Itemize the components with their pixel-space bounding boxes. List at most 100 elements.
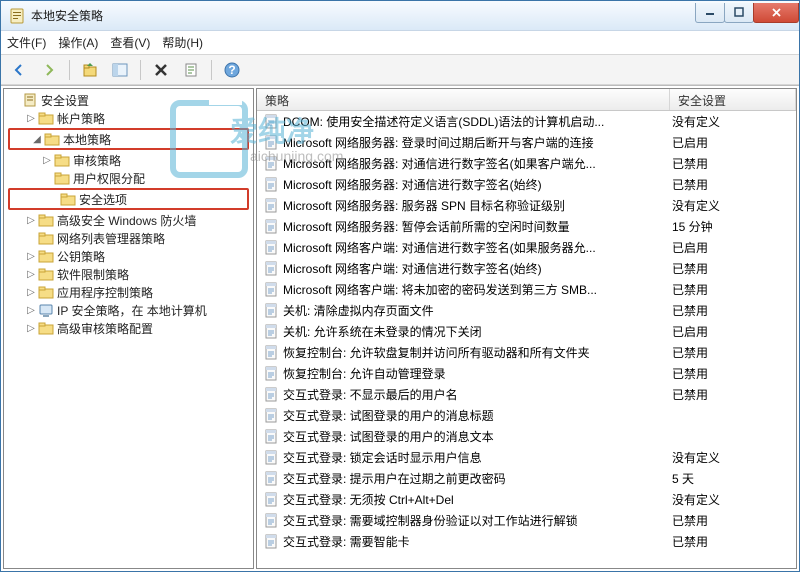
folder-icon: [60, 191, 76, 207]
policy-row[interactable]: 交互式登录: 需要智能卡已禁用: [257, 531, 796, 552]
column-setting[interactable]: 安全设置: [670, 89, 796, 110]
policy-row[interactable]: Microsoft 网络客户端: 对通信进行数字签名(始终)已禁用: [257, 258, 796, 279]
policy-icon: [263, 513, 279, 529]
policy-setting: 已禁用: [670, 386, 796, 403]
menu-file[interactable]: 文件(F): [7, 34, 46, 51]
tree-item-label: IP 安全策略，在 本地计算机: [57, 302, 207, 319]
policy-name: 交互式登录: 不显示最后的用户名: [283, 386, 458, 403]
forward-button[interactable]: [37, 58, 61, 82]
policy-row[interactable]: Microsoft 网络服务器: 服务器 SPN 目标名称验证级别没有定义: [257, 195, 796, 216]
tree-item[interactable]: ▷审核策略: [4, 151, 253, 169]
tree-item-label: 高级安全 Windows 防火墙: [57, 212, 196, 229]
expand-icon[interactable]: ▷: [24, 251, 38, 262]
tree-item[interactable]: ▷ 高级安全 Windows 防火墙: [4, 211, 253, 229]
tree-item[interactable]: 安全选项: [10, 190, 247, 208]
tree-item[interactable]: ▷ 帐户策略: [4, 109, 253, 127]
policy-icon: [263, 114, 279, 130]
policy-row[interactable]: 恢复控制台: 允许软盘复制并访问所有驱动器和所有文件夹已禁用: [257, 342, 796, 363]
folder-icon: [38, 248, 54, 264]
folder-icon: [54, 170, 70, 186]
tree-item[interactable]: ▷应用程序控制策略: [4, 283, 253, 301]
tree-root[interactable]: 安全设置: [4, 91, 253, 109]
policy-name: Microsoft 网络服务器: 暂停会话前所需的空闲时间数量: [283, 218, 570, 235]
show-tree-button[interactable]: [108, 58, 132, 82]
policy-row[interactable]: DCOM: 使用安全描述符定义语言(SDDL)语法的计算机启动...没有定义: [257, 111, 796, 132]
policy-icon: [263, 219, 279, 235]
policy-row[interactable]: Microsoft 网络服务器: 暂停会话前所需的空闲时间数量 15 分钟: [257, 216, 796, 237]
tree-item[interactable]: 网络列表管理器策略: [4, 229, 253, 247]
toolbar-separator: [69, 60, 70, 80]
window-controls: [696, 3, 799, 23]
expand-icon[interactable]: ▷: [24, 215, 38, 226]
tree-pane[interactable]: 安全设置 ▷ 帐户策略 ◢本地策略 ▷审核策略用户权限分配安全选项 ▷ 高级安全 Wind…: [3, 88, 254, 569]
expand-icon[interactable]: ▷: [24, 287, 38, 298]
column-policy[interactable]: 策略: [257, 89, 670, 110]
policy-row[interactable]: 交互式登录: 提示用户在过期之前更改密码5 天: [257, 468, 796, 489]
policy-setting: 已禁用: [670, 533, 796, 550]
folder-icon: [38, 320, 54, 336]
expand-icon[interactable]: ▷: [24, 269, 38, 280]
list-body[interactable]: DCOM: 使用安全描述符定义语言(SDDL)语法的计算机启动...没有定义Mi…: [257, 111, 796, 568]
policy-name: 交互式登录: 无须按 Ctrl+Alt+Del: [283, 491, 454, 508]
policy-row[interactable]: 交互式登录: 试图登录的用户的消息文本: [257, 426, 796, 447]
policy-name: 交互式登录: 锁定会话时显示用户信息: [283, 449, 482, 466]
tree-item[interactable]: ▷ 公钥策略: [4, 247, 253, 265]
policy-row[interactable]: Microsoft 网络服务器: 登录时间过期后断开与客户端的连接已启用: [257, 132, 796, 153]
policy-row[interactable]: 交互式登录: 不显示最后的用户名 已禁用: [257, 384, 796, 405]
expand-icon[interactable]: ▷: [24, 113, 38, 124]
tree-item[interactable]: 用户权限分配: [4, 169, 253, 187]
tree-item[interactable]: ▷高级审核策略配置: [4, 319, 253, 337]
close-button[interactable]: [753, 3, 799, 23]
policy-setting: 已禁用: [670, 512, 796, 529]
policy-icon: [263, 240, 279, 256]
expand-icon[interactable]: ▷: [24, 323, 38, 334]
expand-icon[interactable]: ▷: [40, 155, 54, 166]
up-button[interactable]: [78, 58, 102, 82]
policy-setting: 没有定义: [670, 113, 796, 130]
tree-item[interactable]: ▷ IP 安全策略，在 本地计算机: [4, 301, 253, 319]
policy-name: Microsoft 网络服务器: 对通信进行数字签名(始终): [283, 176, 542, 193]
folder-icon: [44, 131, 60, 147]
menu-view[interactable]: 查看(V): [110, 34, 150, 51]
menubar: 文件(F) 操作(A) 查看(V) 帮助(H): [1, 31, 799, 55]
policy-icon: [263, 177, 279, 193]
policy-icon: [263, 324, 279, 340]
expand-icon[interactable]: ▷: [24, 305, 38, 316]
tree-item[interactable]: ▷软件限制策略: [4, 265, 253, 283]
help-button[interactable]: ?: [220, 58, 244, 82]
policy-row[interactable]: Microsoft 网络服务器: 对通信进行数字签名(始终)已禁用: [257, 174, 796, 195]
app-window: 本地安全策略 文件(F) 操作(A) 查看(V) 帮助(H) ? 安全设置: [0, 0, 800, 572]
menu-help[interactable]: 帮助(H): [162, 34, 203, 51]
policy-name: Microsoft 网络客户端: 对通信进行数字签名(始终): [283, 260, 542, 277]
policy-row[interactable]: Microsoft 网络客户端: 将未加密的密码发送到第三方 SMB...已禁用: [257, 279, 796, 300]
folder-icon: [54, 152, 70, 168]
policy-setting: 已启用: [670, 134, 796, 151]
security-root-icon: [22, 92, 38, 108]
folder-icon: [38, 266, 54, 282]
policy-setting: 没有定义: [670, 197, 796, 214]
policy-row[interactable]: 交互式登录: 试图登录的用户的消息标题: [257, 405, 796, 426]
expand-icon[interactable]: ◢: [30, 134, 44, 145]
policy-name: 关机: 允许系统在未登录的情况下关闭: [283, 323, 482, 340]
maximize-button[interactable]: [724, 3, 754, 23]
policy-row[interactable]: Microsoft 网络服务器: 对通信进行数字签名(如果客户端允...已禁用: [257, 153, 796, 174]
policy-row[interactable]: 交互式登录: 需要域控制器身份验证以对工作站进行解锁已禁用: [257, 510, 796, 531]
tree-item[interactable]: ◢本地策略: [10, 130, 247, 148]
policy-setting: 已禁用: [670, 155, 796, 172]
policy-row[interactable]: 交互式登录: 无须按 Ctrl+Alt+Del没有定义: [257, 489, 796, 510]
refresh-button[interactable]: [179, 58, 203, 82]
tree-item-label: 公钥策略: [57, 248, 105, 265]
policy-setting: 15 分钟: [670, 218, 796, 235]
policy-row[interactable]: 关机: 允许系统在未登录的情况下关闭已启用: [257, 321, 796, 342]
minimize-button[interactable]: [695, 3, 725, 23]
policy-row[interactable]: Microsoft 网络客户端: 对通信进行数字签名(如果服务器允...已启用: [257, 237, 796, 258]
policy-row[interactable]: 恢复控制台: 允许自动管理登录已禁用: [257, 363, 796, 384]
tree-item-label: 帐户策略: [57, 110, 105, 127]
policy-row[interactable]: 关机: 清除虚拟内存页面文件已禁用: [257, 300, 796, 321]
policy-setting: 5 天: [670, 470, 796, 487]
menu-action[interactable]: 操作(A): [58, 34, 98, 51]
delete-button[interactable]: [149, 58, 173, 82]
back-button[interactable]: [7, 58, 31, 82]
policy-row[interactable]: 交互式登录: 锁定会话时显示用户信息没有定义: [257, 447, 796, 468]
policy-name: 交互式登录: 试图登录的用户的消息文本: [283, 428, 494, 445]
